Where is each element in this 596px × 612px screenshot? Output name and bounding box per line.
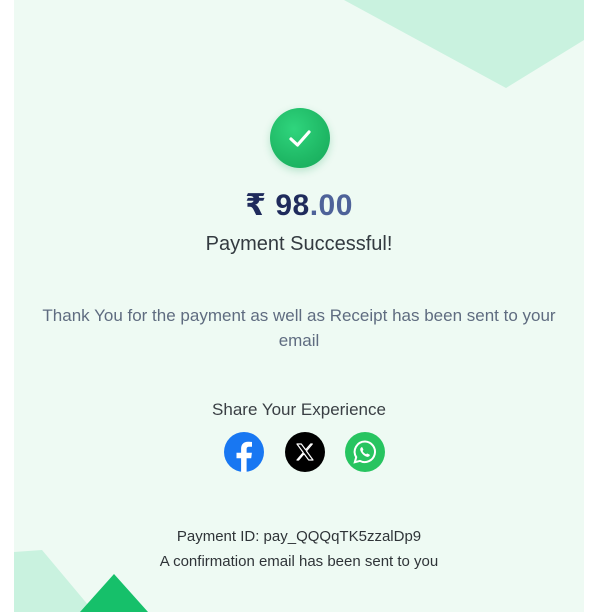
payment-id: Payment ID: pay_QQQqTK5zzalDp9 xyxy=(176,528,422,545)
facebook-icon xyxy=(224,432,264,472)
x-icon xyxy=(296,443,314,461)
payment-amount: ₹ 98.00 xyxy=(14,188,584,223)
share-title: Share Your Experience xyxy=(212,400,386,419)
payment-status: Payment Successful! xyxy=(205,233,393,255)
whatsapp-share-button[interactable] xyxy=(345,432,385,472)
thank-you-message: Thank You for the payment as well as Rec… xyxy=(42,306,556,350)
social-share-row xyxy=(224,432,389,474)
x-share-button[interactable] xyxy=(285,432,325,472)
payment-success-card: ₹ 98.00 Payment Successful! Thank You fo… xyxy=(14,0,584,612)
amount-fraction: .00 xyxy=(309,189,353,222)
amount-whole: 98 xyxy=(275,189,310,222)
confirmation-note: A confirmation email has been sent to yo… xyxy=(159,553,439,570)
whatsapp-icon xyxy=(353,440,377,464)
success-check-icon xyxy=(270,108,330,168)
currency-symbol: ₹ xyxy=(245,189,267,222)
facebook-share-button[interactable] xyxy=(224,432,264,472)
